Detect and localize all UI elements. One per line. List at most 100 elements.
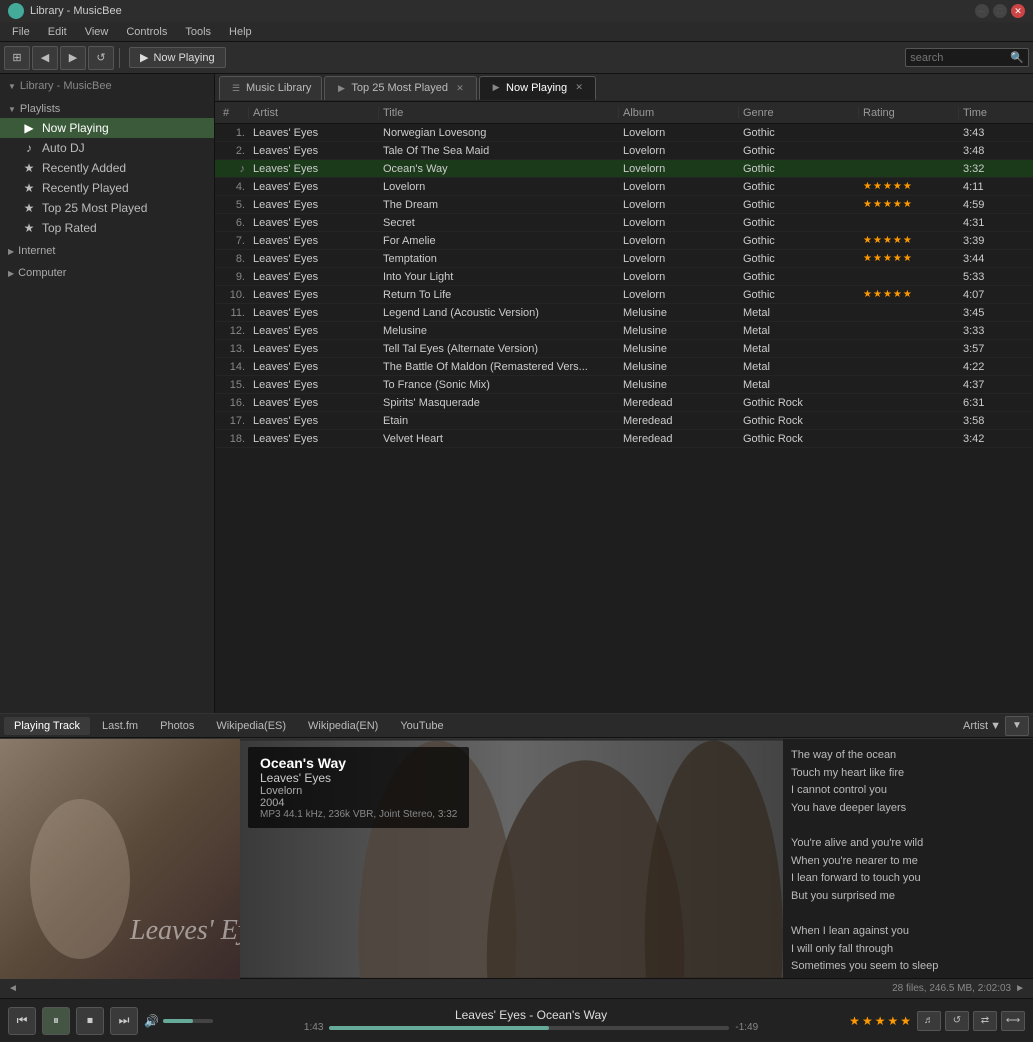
progress-bar[interactable] xyxy=(329,1026,729,1030)
sidebar-item-now-playing[interactable]: ▶ Now Playing xyxy=(0,118,214,138)
player-controls-right: ♬ ↺ ⇄ ⟷ xyxy=(917,1011,1025,1031)
volume-icon[interactable]: 🔊 xyxy=(144,1014,159,1028)
col-genre[interactable]: Genre xyxy=(739,107,859,119)
star-2[interactable]: ★ xyxy=(862,1014,873,1028)
library-button[interactable]: ⊞ xyxy=(4,46,30,70)
table-row[interactable]: 13. Leaves' Eyes Tell Tal Eyes (Alternat… xyxy=(215,340,1033,358)
col-rating[interactable]: Rating xyxy=(859,107,959,119)
menu-item-view[interactable]: View xyxy=(77,24,117,40)
star-1[interactable]: ★ xyxy=(849,1014,860,1028)
table-row[interactable]: 7. Leaves' Eyes For Amelie Lovelorn Goth… xyxy=(215,232,1033,250)
star-icon: ★ xyxy=(873,181,882,192)
btab-lastfm[interactable]: Last.fm xyxy=(92,717,148,735)
table-row[interactable]: 17. Leaves' Eyes Etain Meredead Gothic R… xyxy=(215,412,1033,430)
star-4[interactable]: ★ xyxy=(887,1014,898,1028)
artist-dropdown[interactable]: Artist ▼ xyxy=(963,720,1001,732)
sidebar-item-top-rated[interactable]: ★ Top Rated xyxy=(0,218,214,238)
artist-label: Artist xyxy=(963,720,988,732)
tab-now-playing[interactable]: ▶ Now Playing ✕ xyxy=(479,76,596,100)
track-title: For Amelie xyxy=(379,235,619,247)
tab-music-library[interactable]: ☰ Music Library xyxy=(219,76,322,100)
playlists-label: Playlists xyxy=(20,103,60,115)
btab-youtube[interactable]: YouTube xyxy=(390,717,453,735)
menu-item-edit[interactable]: Edit xyxy=(40,24,75,40)
minimize-button[interactable]: ─ xyxy=(975,4,989,18)
volume-slider[interactable] xyxy=(163,1019,213,1023)
track-number: 12. xyxy=(219,325,249,337)
track-time: 3:57 xyxy=(959,343,1019,355)
crossfade-button[interactable]: ⟷ xyxy=(1001,1011,1025,1031)
menu-item-tools[interactable]: Tools xyxy=(177,24,219,40)
table-row[interactable]: 12. Leaves' Eyes Melusine Melusine Metal… xyxy=(215,322,1033,340)
file-count: 28 files, 246.5 MB, 2:02:03 xyxy=(892,983,1011,994)
sidebar-item-recently-played[interactable]: ★ Recently Played xyxy=(0,178,214,198)
sidebar-item-recently-added[interactable]: ★ Recently Added xyxy=(0,158,214,178)
btab-photos[interactable]: Photos xyxy=(150,717,204,735)
table-row[interactable]: 16. Leaves' Eyes Spirits' Masquerade Mer… xyxy=(215,394,1033,412)
close-button[interactable]: ✕ xyxy=(1011,4,1025,18)
col-artist[interactable]: Artist xyxy=(249,107,379,119)
col-title[interactable]: Title xyxy=(379,107,619,119)
table-row[interactable]: 18. Leaves' Eyes Velvet Heart Meredead G… xyxy=(215,430,1033,448)
col-album[interactable]: Album xyxy=(619,107,739,119)
playlists-header[interactable]: ▼ Playlists xyxy=(0,100,214,118)
track-title: Etain xyxy=(379,415,619,427)
search-input[interactable] xyxy=(910,52,1010,64)
computer-header[interactable]: ▶ Computer xyxy=(0,264,214,282)
close-tab-icon[interactable]: ✕ xyxy=(454,82,466,94)
sidebar-item-auto-dj[interactable]: ♪ Auto DJ xyxy=(0,138,214,158)
table-row[interactable]: 6. Leaves' Eyes Secret Lovelorn Gothic 4… xyxy=(215,214,1033,232)
track-rating[interactable]: ★★★★★ xyxy=(859,235,959,246)
table-row[interactable]: 9. Leaves' Eyes Into Your Light Lovelorn… xyxy=(215,268,1033,286)
band-photo: Ocean's Way Leaves' Eyes Lovelorn 2004 M… xyxy=(240,739,783,978)
repeat-button[interactable]: ↺ xyxy=(945,1011,969,1031)
star-3[interactable]: ★ xyxy=(875,1014,886,1028)
btab-playing-track[interactable]: Playing Track xyxy=(4,717,90,735)
table-row[interactable]: ♪ Leaves' Eyes Ocean's Way Lovelorn Goth… xyxy=(215,160,1033,178)
star-5[interactable]: ★ xyxy=(900,1014,911,1028)
table-row[interactable]: 4. Leaves' Eyes Lovelorn Lovelorn Gothic… xyxy=(215,178,1033,196)
search-icon[interactable]: 🔍 xyxy=(1010,51,1024,64)
maximize-button[interactable]: □ xyxy=(993,4,1007,18)
table-row[interactable]: 15. Leaves' Eyes To France (Sonic Mix) M… xyxy=(215,376,1033,394)
track-rating[interactable]: ★★★★★ xyxy=(859,289,959,300)
menu-item-controls[interactable]: Controls xyxy=(118,24,175,40)
status-left: ◄ xyxy=(8,983,18,994)
table-row[interactable]: 11. Leaves' Eyes Legend Land (Acoustic V… xyxy=(215,304,1033,322)
btab-wikipedia-es[interactable]: Wikipedia(ES) xyxy=(206,717,296,735)
btab-wikipedia-en[interactable]: Wikipedia(EN) xyxy=(298,717,388,735)
shuffle-button[interactable]: ⇄ xyxy=(973,1011,997,1031)
track-time: 3:48 xyxy=(959,145,1019,157)
internet-header[interactable]: ▶ Internet xyxy=(0,242,214,260)
forward-button[interactable]: ▶ xyxy=(60,46,86,70)
table-row[interactable]: 14. Leaves' Eyes The Battle Of Maldon (R… xyxy=(215,358,1033,376)
next-button[interactable]: ⏭ xyxy=(110,1007,138,1035)
menu-item-file[interactable]: File xyxy=(4,24,38,40)
col-time[interactable]: Time xyxy=(959,107,1019,119)
menu-item-help[interactable]: Help xyxy=(221,24,260,40)
close-tab-icon[interactable]: ✕ xyxy=(573,82,585,94)
table-row[interactable]: 5. Leaves' Eyes The Dream Lovelorn Gothi… xyxy=(215,196,1033,214)
scroll-down-icon[interactable]: ▼ xyxy=(1005,716,1029,736)
sidebar-item-top25[interactable]: ★ Top 25 Most Played xyxy=(0,198,214,218)
previous-button[interactable]: ⏮ xyxy=(8,1007,36,1035)
table-row[interactable]: 2. Leaves' Eyes Tale Of The Sea Maid Lov… xyxy=(215,142,1033,160)
now-playing-toolbar-button[interactable]: ▶ Now Playing xyxy=(129,47,226,68)
table-row[interactable]: 10. Leaves' Eyes Return To Life Lovelorn… xyxy=(215,286,1033,304)
back-button[interactable]: ◀ xyxy=(32,46,58,70)
table-row[interactable]: 8. Leaves' Eyes Temptation Lovelorn Goth… xyxy=(215,250,1033,268)
track-rating[interactable]: ★★★★★ xyxy=(859,181,959,192)
refresh-button[interactable]: ↺ xyxy=(88,46,114,70)
track-time: 3:42 xyxy=(959,433,1019,445)
scroll-left-icon[interactable]: ◄ xyxy=(8,983,18,994)
library-header[interactable]: ▼ Library - MusicBee xyxy=(0,76,214,96)
scroll-right-icon[interactable]: ► xyxy=(1015,983,1025,994)
table-row[interactable]: 1. Leaves' Eyes Norwegian Lovesong Lovel… xyxy=(215,124,1033,142)
stop-button[interactable]: ⏹ xyxy=(76,1007,104,1035)
equalizer-button[interactable]: ♬ xyxy=(917,1011,941,1031)
tab-top25[interactable]: ▶ Top 25 Most Played ✕ xyxy=(324,76,477,100)
track-artist: Leaves' Eyes xyxy=(249,361,379,373)
pause-button[interactable]: ⏸ xyxy=(42,1007,70,1035)
track-rating[interactable]: ★★★★★ xyxy=(859,199,959,210)
track-rating[interactable]: ★★★★★ xyxy=(859,253,959,264)
